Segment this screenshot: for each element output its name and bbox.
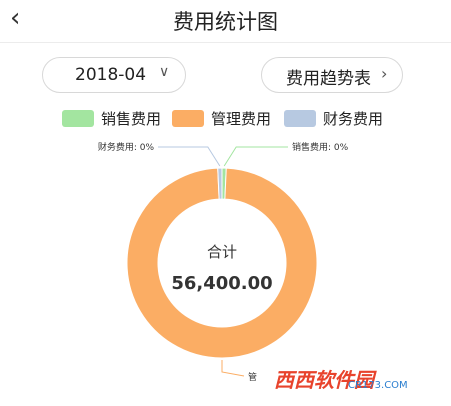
slice-leader-sales [223, 146, 288, 167]
chart-legend: 销售费用 管理费用 财务费用 [0, 108, 451, 130]
date-value: 2018-04 [75, 65, 147, 85]
slice-label-management: 管 [248, 371, 257, 383]
slice-leader-finance [158, 146, 221, 167]
center-label: 合计 [207, 243, 237, 261]
legend-label-finance: 财务费用 [323, 110, 384, 128]
center-total-value: 56,400.00 [171, 273, 272, 294]
header-bar: ‹ 费用统计图 [0, 0, 451, 43]
slice-label-finance: 财务费用: 0% [98, 141, 155, 153]
legend-swatch-sales [62, 110, 94, 127]
date-select[interactable]: 2018-04 ∨ [42, 57, 186, 93]
trend-table-button[interactable]: 费用趋势表 › [261, 57, 403, 93]
slice-leader-management [221, 360, 245, 377]
trend-table-label: 费用趋势表 [286, 69, 371, 89]
site-watermark: 西西软件园 CR173.COM [262, 362, 432, 396]
watermark-url: CR173.COM [348, 380, 408, 391]
chevron-right-icon: › [381, 64, 388, 83]
page-title: 费用统计图 [173, 10, 278, 34]
legend-swatch-finance [284, 110, 316, 127]
legend-swatch-management [172, 110, 204, 127]
controls-row: 2018-04 ∨ 费用趋势表 › [0, 57, 451, 93]
chevron-down-icon: ∨ [159, 64, 170, 80]
legend-label-sales: 销售费用 [101, 110, 162, 128]
legend-label-management: 管理费用 [211, 110, 272, 128]
slice-label-sales: 销售费用: 0% [292, 141, 349, 153]
